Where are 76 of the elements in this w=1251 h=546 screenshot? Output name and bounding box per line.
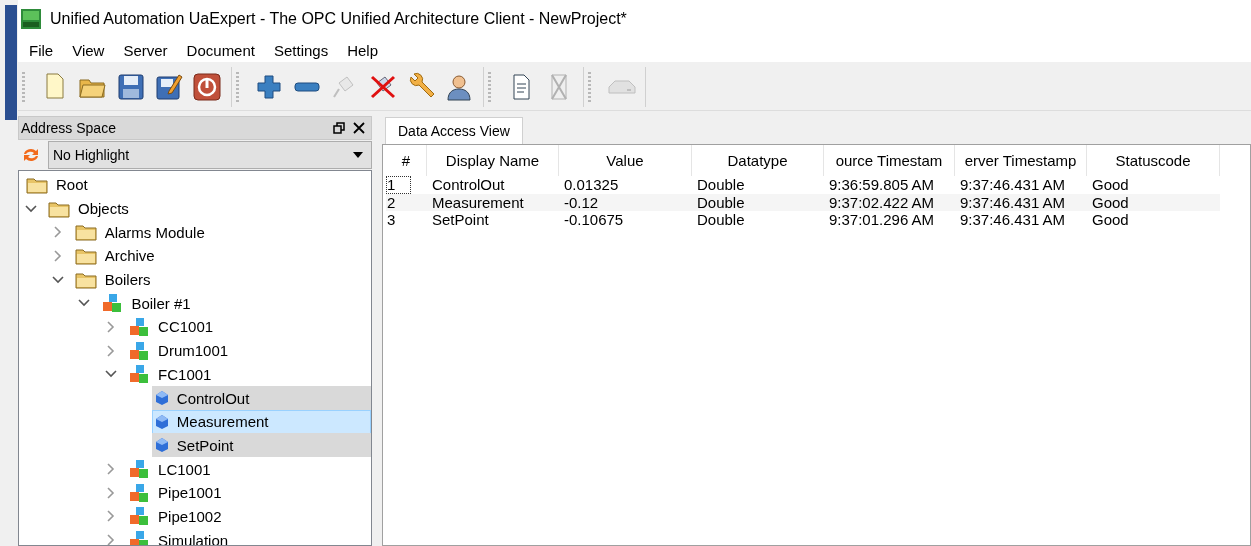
folder-icon	[74, 223, 97, 242]
highlight-dropdown[interactable]: No Highlight	[48, 141, 372, 169]
tree-item[interactable]: Drum1001	[125, 338, 371, 363]
table-cell-text: Double	[696, 193, 746, 211]
power-icon	[191, 71, 223, 103]
table-cell-text: 0.01325	[563, 176, 620, 194]
table-cell-text: Good	[1091, 176, 1130, 194]
cubes-icon	[130, 365, 149, 384]
close-icon[interactable]	[353, 122, 365, 134]
variable-icon	[154, 390, 169, 407]
tree-item[interactable]: FC1001	[125, 362, 371, 387]
table-cell-text: -0.10675	[563, 211, 625, 229]
table-cell-text: 9:37:46.431 AM	[959, 193, 1067, 211]
cubes-icon	[130, 531, 149, 545]
menu-item[interactable]: Settings	[266, 39, 337, 61]
column-header[interactable]: Statuscode	[1087, 145, 1220, 176]
table-cell-text: SetPoint	[431, 211, 490, 229]
tree-item[interactable]: CC1001	[125, 314, 371, 339]
caret-icon	[353, 152, 363, 158]
table-cell-text: Measurement	[431, 193, 525, 211]
column-header[interactable]: Datatype	[692, 145, 824, 176]
tree-item[interactable]: SetPoint	[151, 433, 371, 458]
table-cell-text: ControlOut	[431, 176, 506, 194]
menu-item[interactable]: Help	[339, 39, 387, 61]
cubes-icon	[130, 483, 149, 502]
table-cell-text: Good	[1091, 193, 1130, 211]
tree-item[interactable]: Simulation	[125, 528, 371, 545]
tree-item[interactable]: Archive	[71, 243, 371, 268]
table-cell-text: Double	[696, 176, 746, 194]
table-cell-text: 9:36:59.805 AM	[828, 176, 936, 194]
column-header[interactable]: erver Timestamp	[955, 145, 1087, 176]
menu-item[interactable]: Server	[115, 39, 176, 61]
variable-icon	[154, 413, 169, 430]
column-header[interactable]: ource Timestam	[824, 145, 955, 176]
cubes-icon	[103, 294, 122, 313]
tree-item[interactable]: Measurement	[151, 409, 371, 434]
tab[interactable]: Data Access View	[385, 117, 523, 144]
folder-icon	[74, 270, 97, 289]
refresh-icon[interactable]	[24, 149, 38, 161]
folder-icon	[48, 199, 70, 218]
table-cell: 1	[386, 176, 412, 194]
folder-icon	[74, 246, 97, 265]
tree-item[interactable]: Alarms Module	[71, 220, 371, 245]
tree-item[interactable]: Boilers	[71, 267, 371, 292]
table-cell-text: 2	[386, 193, 397, 211]
folder-icon	[26, 175, 48, 194]
menu-item[interactable]: Document	[178, 39, 263, 61]
column-header[interactable]: #	[386, 145, 427, 176]
table-cell-text: Double	[696, 211, 746, 229]
dock-title: Address Space	[21, 120, 117, 136]
tree-item[interactable]: Pipe1002	[125, 504, 371, 529]
cubes-icon	[130, 460, 149, 479]
cubes-icon	[130, 317, 149, 336]
table-cell-text: 9:37:46.431 AM	[959, 176, 1067, 194]
app-icon	[20, 8, 42, 30]
tree-item[interactable]: Boiler #1	[98, 291, 371, 316]
column-header[interactable]: Value	[559, 145, 692, 176]
tree-item[interactable]: Root	[23, 172, 371, 197]
float-icon[interactable]	[333, 122, 345, 134]
table-cell-text: 9:37:46.431 AM	[959, 211, 1067, 229]
variable-icon	[154, 437, 169, 454]
tree-item[interactable]: ControlOut	[151, 386, 371, 411]
table-cell-text: -0.12	[563, 193, 600, 211]
cubes-icon	[130, 507, 149, 526]
tree-item[interactable]: Pipe1001	[125, 480, 371, 505]
cubes-icon	[130, 341, 149, 360]
table-cell-text: 3	[386, 211, 397, 229]
tree-item[interactable]: LC1001	[125, 457, 371, 482]
table-cell-text: 9:37:02.422 AM	[828, 193, 936, 211]
tree-item[interactable]: Objects	[45, 196, 371, 221]
table-cell-text: Good	[1091, 211, 1130, 229]
menu-item[interactable]: File	[21, 39, 62, 61]
table-cell-text: 9:37:01.296 AM	[828, 211, 936, 229]
column-header[interactable]: Display Name	[427, 145, 559, 176]
window-title: Unified Automation UaExpert - The OPC Unified Architecture Client - NewProject*	[50, 10, 627, 28]
menu-item[interactable]: View	[64, 39, 113, 61]
